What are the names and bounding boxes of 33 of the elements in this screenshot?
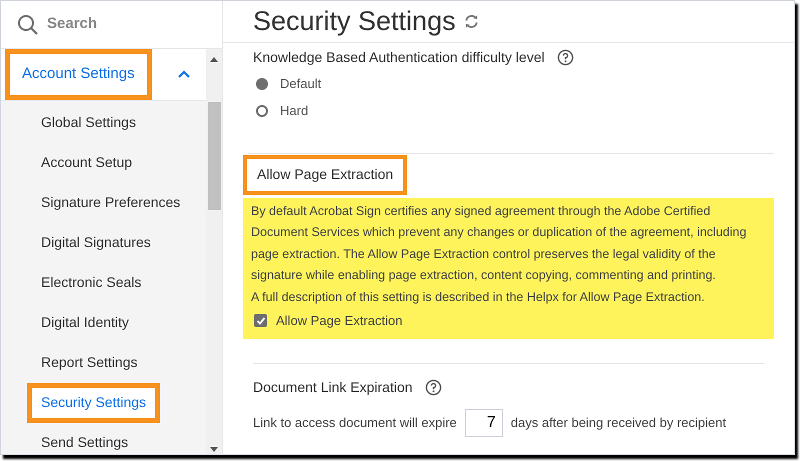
sidebar-item[interactable]: Signature Preferences: [1, 182, 206, 222]
sidebar-item[interactable]: Digital Identity: [1, 302, 206, 342]
scroll-up-arrow[interactable]: [210, 57, 218, 62]
setting-note: A full description of this setting is described in the Helpx for Allow Page Extraction.: [251, 288, 706, 306]
setting-label: Knowledge Based Authentication difficulty level: [253, 48, 545, 67]
account-settings-header[interactable]: Account Settings: [5, 49, 152, 100]
search-field[interactable]: Search: [47, 13, 187, 36]
search-icon: [17, 14, 39, 36]
sidebar-item[interactable]: Report Settings: [1, 342, 206, 382]
sidebar-item[interactable]: Global Settings: [1, 102, 206, 142]
page-title: Security Settings: [253, 5, 456, 38]
help-icon[interactable]: [556, 49, 574, 66]
checkbox[interactable]: [254, 314, 267, 328]
section-heading: Document Link Expiration: [253, 378, 413, 397]
radio-button[interactable]: [256, 78, 268, 90]
scrollbar-thumb[interactable]: [208, 102, 220, 210]
radio-label: Default: [280, 75, 322, 94]
field-label: days after being received by recipient: [510, 414, 726, 432]
scroll-down-arrow[interactable]: [210, 447, 218, 452]
setting-description: By default Acrobat Sign certifies any signed agreement through the Adobe Certified Document Services which prevent any changes or duplication of the agreement, including page extraction. The Allow Page Extraction control preserves the legal validity of the signature while enabling page extraction, content copying, commenting and printing.: [251, 202, 748, 284]
radio-button[interactable]: [256, 105, 268, 117]
field-label: Link to access document will expire: [253, 414, 457, 432]
help-icon[interactable]: [424, 378, 442, 396]
checkbox-label: Allow Page Extraction: [276, 312, 402, 330]
sidebar-item[interactable]: Digital Signatures: [1, 222, 206, 262]
refresh-icon[interactable]: [464, 14, 479, 29]
radio-label: Hard: [280, 102, 308, 120]
sidebar-item[interactable]: Send Settings: [1, 422, 206, 454]
section-heading: Allow Page Extraction: [257, 166, 394, 182]
sidebar-item[interactable]: Electronic Seals: [1, 262, 206, 302]
sidebar-item[interactable]: Account Setup: [1, 142, 206, 182]
days-input[interactable]: 7: [464, 408, 503, 436]
sidebar-item[interactable]: Security Settings: [27, 382, 160, 422]
